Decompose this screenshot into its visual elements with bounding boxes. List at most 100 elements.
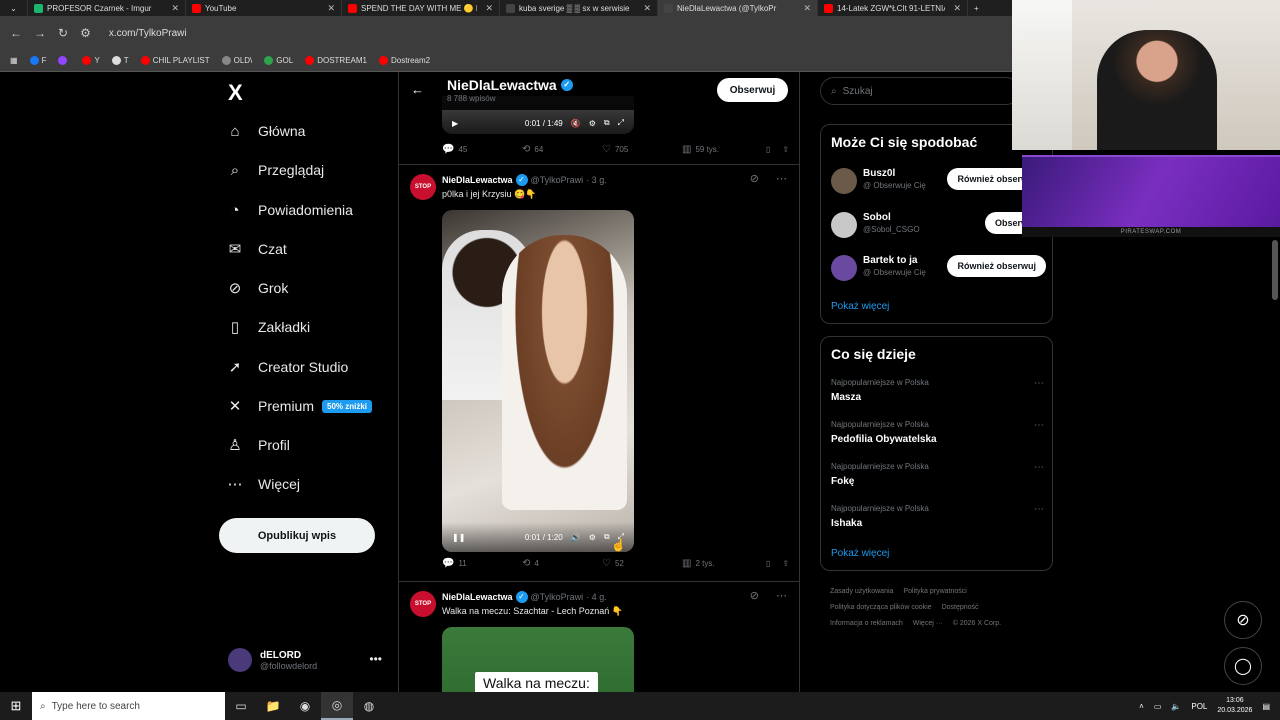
bookmark[interactable] bbox=[58, 56, 70, 65]
account-switcher[interactable]: dELORD @followdelord ••• bbox=[228, 648, 388, 672]
show-more-link[interactable]: Pokaż więcej bbox=[831, 548, 889, 559]
task-view-icon[interactable]: ▭ bbox=[225, 692, 257, 720]
file-explorer-icon[interactable]: 📁 bbox=[257, 692, 289, 720]
settings-icon[interactable]: ⚙ bbox=[589, 533, 596, 542]
suggestion-item[interactable]: Sobol @Sobol_CSGO Obserwuj bbox=[831, 210, 1046, 240]
nav-item-home[interactable]: ⌂ Główna bbox=[226, 117, 305, 145]
close-icon[interactable]: ✕ bbox=[643, 3, 651, 14]
bookmark[interactable]: Y bbox=[82, 56, 100, 65]
grok-icon[interactable]: ⊘ bbox=[750, 172, 759, 185]
bookmark[interactable]: T bbox=[111, 56, 129, 65]
browser-tab[interactable]: kuba sverige ▒ ▒ sx w serwisie ✕ bbox=[500, 0, 658, 16]
close-icon[interactable]: ✕ bbox=[171, 3, 179, 14]
scrollbar[interactable] bbox=[1272, 240, 1278, 300]
views-button[interactable]: ▥ 2 tys. bbox=[682, 558, 762, 569]
nav-item-bookmarks[interactable]: ▯ Zakładki bbox=[226, 313, 310, 341]
chrome-icon[interactable]: ◎ bbox=[321, 692, 353, 720]
nav-item-premium[interactable]: ✕ Premium 50% zniżki bbox=[226, 392, 373, 420]
video-player[interactable]: ❚❚ 0:01 / 1:20 🔊 ⚙ ⧉ ⤢ bbox=[442, 210, 634, 552]
browser-tab[interactable]: 14-Latek ZGW*ŁCIt 91-LETNIĄ ✕ bbox=[818, 0, 968, 16]
close-icon[interactable]: ✕ bbox=[485, 3, 493, 14]
reply-button[interactable]: 💬 45 bbox=[442, 144, 522, 155]
views-button[interactable]: ▥ 59 tys. bbox=[682, 144, 762, 155]
post-button[interactable]: Opublikuj wpis bbox=[219, 518, 375, 553]
show-more-link[interactable]: Pokaż więcej bbox=[831, 301, 889, 312]
language-indicator[interactable]: POL bbox=[1191, 702, 1207, 711]
nav-item-profile[interactable]: ♙ Profil bbox=[226, 431, 290, 459]
trend-item[interactable]: Najpopularniejsze w Polska Masza ⋯ bbox=[831, 378, 1046, 403]
bookmark[interactable]: Dostream2 bbox=[378, 56, 430, 65]
bookmark[interactable]: DOSTREAM1 bbox=[305, 56, 367, 65]
pip-icon[interactable]: ⧉ bbox=[604, 532, 610, 542]
bookmark[interactable]: GOL bbox=[264, 56, 293, 65]
repost-button[interactable]: ⟲ 64 bbox=[522, 144, 602, 155]
windows-start-icon[interactable]: ⊞ bbox=[0, 692, 32, 720]
more-icon[interactable]: ⋯ bbox=[1034, 504, 1044, 515]
bookmark[interactable]: F bbox=[29, 56, 46, 65]
notifications-icon[interactable]: ▤ bbox=[1262, 702, 1270, 711]
volume-icon[interactable]: 🔈 bbox=[1171, 702, 1181, 711]
like-button[interactable]: ♡ 52 bbox=[602, 558, 682, 569]
bookmark-icon[interactable]: ▯ bbox=[766, 559, 770, 568]
grok-fab-icon[interactable]: ⊘ bbox=[1224, 601, 1262, 639]
more-icon[interactable]: ⋯ bbox=[1034, 378, 1044, 389]
nav-item-grok[interactable]: ⊘ Grok bbox=[226, 274, 289, 302]
pause-icon[interactable]: ❚❚ bbox=[452, 533, 465, 542]
network-icon[interactable]: ▭ bbox=[1154, 702, 1162, 711]
share-icon[interactable]: ⇪ bbox=[782, 145, 789, 154]
more-icon[interactable]: ⋯ bbox=[1034, 462, 1044, 473]
more-icon[interactable]: ⋯ bbox=[776, 172, 787, 185]
video-player[interactable]: Walka na meczu: bbox=[442, 627, 634, 692]
nav-item-creator-studio[interactable]: ➚ Creator Studio bbox=[226, 353, 349, 381]
new-tab-icon[interactable]: + bbox=[968, 0, 985, 16]
back-icon[interactable]: ← bbox=[10, 26, 22, 40]
back-arrow-icon[interactable]: ← bbox=[411, 82, 424, 97]
more-icon[interactable]: ⋯ bbox=[1034, 420, 1044, 431]
reload-icon[interactable]: ↻ bbox=[58, 26, 68, 40]
discord-icon[interactable]: ◉ bbox=[289, 692, 321, 720]
play-icon[interactable]: ▶ bbox=[452, 119, 458, 128]
x-logo-icon[interactable]: X bbox=[228, 80, 243, 106]
nav-item-chat[interactable]: ✉ Czat bbox=[226, 235, 287, 263]
suggestion-item[interactable]: Bartek to ja @ Obserwuje Cię Również obs… bbox=[831, 253, 1046, 283]
forward-icon[interactable]: → bbox=[34, 26, 46, 40]
nav-item-more[interactable]: ⋯ Więcej bbox=[226, 470, 301, 498]
like-button[interactable]: ♡ 705 bbox=[602, 144, 682, 155]
avatar[interactable]: STOP bbox=[410, 591, 436, 617]
reply-button[interactable]: 💬 11 bbox=[442, 558, 522, 569]
settings-icon[interactable]: ⚙ bbox=[589, 119, 596, 128]
bookmark[interactable]: CHIL PLAYLIST bbox=[140, 56, 210, 65]
browser-tab[interactable]: PROFESOR Czarnek - Imgur ✕ bbox=[28, 0, 186, 16]
volume-icon[interactable]: 🔊 bbox=[571, 533, 581, 542]
obs-icon[interactable]: ◍ bbox=[353, 692, 385, 720]
follow-back-button[interactable]: Również obserwuj bbox=[947, 255, 1046, 277]
browser-tab[interactable]: YouTube ✕ bbox=[186, 0, 342, 16]
avatar[interactable]: STOP bbox=[410, 174, 436, 200]
follow-button[interactable]: Obserwuj bbox=[717, 78, 788, 102]
browser-tab-active[interactable]: NieDlaLewactwa (@TylkoPr ✕ bbox=[658, 0, 818, 16]
trend-item[interactable]: Najpopularniejsze w Polska Fokę ⋯ bbox=[831, 462, 1046, 487]
tab-list-icon[interactable]: ⌄ bbox=[0, 0, 28, 16]
chat-fab-icon[interactable]: ◯ bbox=[1224, 647, 1262, 685]
search-input[interactable]: ⌕ Szukaj bbox=[820, 77, 1020, 105]
pip-icon[interactable]: ⧉ bbox=[604, 118, 610, 128]
close-icon[interactable]: ✕ bbox=[803, 3, 811, 14]
suggestion-item[interactable]: Busz0l @ Obserwuje Cię Również obserwuj bbox=[831, 166, 1046, 196]
taskbar-search[interactable]: ⌕ Type here to search bbox=[32, 692, 225, 720]
repost-button[interactable]: ⟲ 4 bbox=[522, 558, 602, 569]
clock[interactable]: 13:06 20.03.2026 bbox=[1217, 696, 1252, 716]
trend-item[interactable]: Najpopularniejsze w Polska Pedofilia Obyw… bbox=[831, 420, 1046, 445]
site-settings-icon[interactable]: ⚙ bbox=[80, 26, 91, 40]
more-icon[interactable]: ••• bbox=[369, 652, 382, 666]
trend-item[interactable]: Najpopularniejsze w Polska Ishaka ⋯ bbox=[831, 504, 1046, 529]
share-icon[interactable]: ⇪ bbox=[782, 559, 789, 568]
apps-icon[interactable]: ▦ bbox=[10, 56, 18, 65]
mute-icon[interactable]: 🔇 bbox=[571, 119, 581, 128]
chevron-up-icon[interactable]: ˄ bbox=[1139, 702, 1144, 711]
bookmark[interactable]: OLD\ bbox=[221, 56, 252, 65]
close-icon[interactable]: ✕ bbox=[327, 3, 335, 14]
bookmark-icon[interactable]: ▯ bbox=[766, 145, 770, 154]
fullscreen-icon[interactable]: ⤢ bbox=[618, 118, 624, 128]
nav-item-explore[interactable]: ⌕ Przeglądaj bbox=[226, 156, 324, 184]
url-field[interactable]: x.com/TylkoPrawi bbox=[109, 28, 187, 39]
